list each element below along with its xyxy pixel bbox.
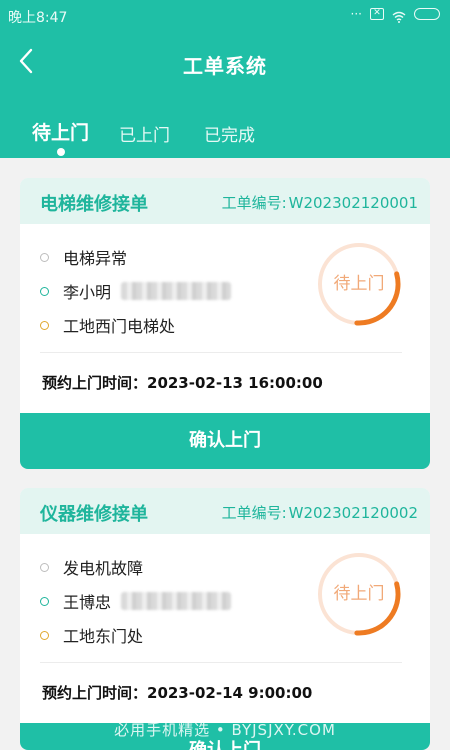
contact-name: 李小明 bbox=[63, 283, 112, 302]
divider bbox=[40, 662, 402, 663]
order-card: 仪器维修接单 工单编号: W202302120002 发电机故障 王博忠 工地东门… bbox=[20, 488, 430, 750]
order-number: 工单编号: W202302120001 bbox=[222, 192, 418, 213]
appointment-time: 预约上门时间：2023-02-13 16:00:00 bbox=[42, 374, 323, 392]
location-bullet-icon bbox=[40, 320, 49, 330]
page-title: 工单系统 bbox=[183, 54, 267, 78]
divider bbox=[40, 352, 402, 353]
phone-number-redacted bbox=[121, 282, 232, 300]
location-row: 工地东门处 bbox=[40, 618, 340, 652]
contact-name: 王博忠 bbox=[63, 593, 112, 612]
app-header: 晚上8:47 ··· ✕ 工单系统 待上门 已上门 已完成 bbox=[0, 0, 450, 158]
status-ring-label: 待上门 bbox=[333, 274, 385, 294]
contact-bullet-icon bbox=[40, 286, 49, 296]
order-number-value: W202302120002 bbox=[288, 504, 418, 522]
status-ring: 待上门 bbox=[316, 551, 402, 637]
wifi-icon bbox=[392, 8, 406, 23]
watermark: 必用手机精选 • BYJSJXY.COM bbox=[114, 721, 336, 739]
confirm-visit-button[interactable]: 确认上门 bbox=[20, 413, 430, 469]
order-info-list: 发电机故障 王博忠 工地东门处 bbox=[40, 550, 340, 652]
order-card-header: 电梯维修接单 工单编号: W202302120001 bbox=[20, 178, 430, 224]
more-dots-icon: ··· bbox=[350, 7, 362, 21]
order-card: 电梯维修接单 工单编号: W202302120001 电梯异常 李小明 工地西门电… bbox=[20, 178, 430, 469]
contact-bullet-icon bbox=[40, 596, 49, 606]
order-number-label: 工单编号: bbox=[221, 194, 287, 212]
status-bar: 晚上8:47 ··· ✕ bbox=[0, 0, 450, 32]
fault-row: 发电机故障 bbox=[40, 550, 340, 584]
battery-icon bbox=[414, 8, 440, 20]
tab-visited[interactable]: 已上门 bbox=[119, 121, 170, 146]
active-tab-indicator bbox=[57, 148, 65, 156]
fault-text: 发电机故障 bbox=[63, 559, 144, 578]
fault-row: 电梯异常 bbox=[40, 240, 340, 274]
tab-completed[interactable]: 已完成 bbox=[204, 121, 255, 146]
phone-number-redacted bbox=[121, 592, 232, 610]
location-text: 工地东门处 bbox=[63, 627, 144, 646]
order-info-list: 电梯异常 李小明 工地西门电梯处 bbox=[40, 240, 340, 342]
contact-row: 王博忠 bbox=[40, 584, 340, 618]
location-text: 工地西门电梯处 bbox=[63, 317, 176, 336]
tab-pending[interactable]: 待上门 bbox=[32, 118, 89, 145]
order-card-header: 仪器维修接单 工单编号: W202302120002 bbox=[20, 488, 430, 534]
appointment-time: 预约上门时间：2023-02-14 9:00:00 bbox=[42, 684, 313, 702]
status-icons: ··· ✕ bbox=[350, 7, 440, 23]
order-number-label: 工单编号: bbox=[221, 504, 287, 522]
order-type-title: 仪器维修接单 bbox=[40, 504, 148, 525]
status-ring: 待上门 bbox=[316, 241, 402, 327]
status-ring-label: 待上门 bbox=[333, 584, 385, 604]
contact-row: 李小明 bbox=[40, 274, 340, 308]
location-bullet-icon bbox=[40, 630, 49, 640]
order-type-title: 电梯维修接单 bbox=[40, 194, 148, 215]
fault-bullet-icon bbox=[40, 252, 49, 262]
location-row: 工地西门电梯处 bbox=[40, 308, 340, 342]
order-number-value: W202302120001 bbox=[288, 194, 418, 212]
sim-x-icon: ✕ bbox=[370, 8, 384, 20]
status-tabs: 待上门 已上门 已完成 bbox=[0, 118, 450, 158]
fault-text: 电梯异常 bbox=[63, 249, 128, 268]
order-number: 工单编号: W202302120002 bbox=[222, 502, 418, 523]
status-time: 晚上8:47 bbox=[8, 10, 68, 26]
fault-bullet-icon bbox=[40, 562, 49, 572]
